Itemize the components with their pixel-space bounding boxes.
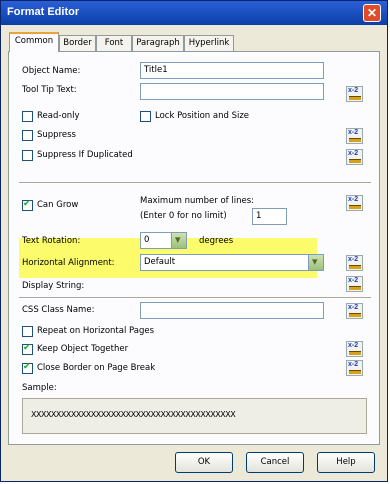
max-lines-label: Maximum number of lines: — [140, 196, 254, 206]
keep-together-checkbox[interactable] — [22, 343, 33, 355]
text-rotation-label: Text Rotation: — [22, 236, 81, 246]
formula-editor-icon[interactable]: x-2 — [346, 255, 363, 271]
formula-editor-icon[interactable]: x-2 — [346, 128, 363, 144]
suppress-duplicated-checkbox[interactable] — [22, 150, 33, 161]
keep-together-label: Keep Object Together — [37, 344, 129, 354]
separator — [19, 297, 371, 299]
close-icon[interactable]: ✕ — [363, 4, 381, 22]
sample-text: XXXXXXXXXXXXXXXXXXXXXXXXXXXXXXXXXXXXXXXX… — [31, 410, 236, 419]
suppress-label: Suppress — [37, 130, 76, 140]
format-editor-window: Format Editor ✕ Common Border Font Parag… — [0, 0, 388, 482]
common-tab-panel: Object Name: Title1 Tool Tip Text: x-2 R… — [8, 51, 380, 445]
can-grow-label: Can Grow — [37, 200, 79, 210]
text-rotation-select[interactable]: 0 — [140, 232, 187, 249]
formula-editor-icon[interactable]: x-2 — [346, 149, 363, 165]
cancel-button[interactable]: Cancel — [246, 452, 304, 473]
tab-border[interactable]: Border — [59, 35, 96, 51]
sample-label: Sample: — [22, 383, 57, 393]
tab-hyperlink[interactable]: Hyperlink — [184, 35, 234, 51]
tooltip-label: Tool Tip Text: — [22, 85, 77, 95]
lock-position-label: Lock Position and Size — [155, 111, 250, 121]
window-title: Format Editor — [7, 6, 80, 18]
repeat-horizontal-checkbox[interactable] — [22, 326, 33, 337]
formula-editor-icon[interactable]: x-2 — [346, 276, 363, 292]
tab-common[interactable]: Common — [9, 32, 59, 52]
close-border-checkbox[interactable] — [22, 362, 33, 374]
formula-editor-icon[interactable]: x-2 — [346, 86, 363, 102]
sample-preview: XXXXXXXXXXXXXXXXXXXXXXXXXXXXXXXXXXXXXXXX… — [22, 398, 367, 434]
title-bar: Format Editor ✕ — [1, 1, 387, 25]
chevron-down-icon[interactable] — [171, 232, 186, 248]
can-grow-checkbox[interactable] — [22, 199, 33, 211]
text-rotation-value: 0 — [144, 235, 150, 245]
formula-editor-icon[interactable]: x-2 — [346, 303, 363, 319]
degrees-label: degrees — [199, 236, 234, 246]
formula-icon-label: x-2 — [348, 87, 359, 94]
formula-editor-icon[interactable]: x-2 — [346, 360, 363, 376]
tab-font[interactable]: Font — [96, 35, 132, 51]
ok-button[interactable]: OK — [175, 452, 233, 473]
object-name-label: Object Name: — [22, 66, 81, 76]
tab-paragraph[interactable]: Paragraph — [132, 35, 184, 51]
horizontal-alignment-value: Default — [144, 257, 176, 267]
css-class-field[interactable] — [140, 302, 324, 319]
object-name-field[interactable]: Title1 — [140, 62, 324, 79]
close-border-label: Close Border on Page Break — [37, 363, 156, 373]
tooltip-field[interactable] — [140, 83, 324, 100]
help-button[interactable]: Help — [317, 452, 375, 473]
repeat-horizontal-label: Repeat on Horizontal Pages — [37, 326, 155, 336]
lock-position-checkbox[interactable] — [140, 111, 151, 122]
suppress-duplicated-label: Suppress If Duplicated — [37, 150, 133, 160]
display-string-label: Display String: — [22, 281, 85, 291]
horizontal-alignment-select[interactable]: Default — [140, 254, 324, 271]
formula-editor-icon[interactable]: x-2 — [346, 341, 363, 357]
chevron-down-icon[interactable] — [308, 254, 323, 270]
readonly-label: Read-only — [37, 111, 80, 121]
separator — [19, 182, 371, 184]
max-lines-field[interactable]: 1 — [252, 208, 287, 225]
css-class-label: CSS Class Name: — [22, 305, 95, 315]
suppress-checkbox[interactable] — [22, 130, 33, 141]
formula-editor-icon[interactable]: x-2 — [346, 195, 363, 211]
horizontal-alignment-label: Horizontal Alignment: — [22, 258, 115, 268]
max-lines-hint: (Enter 0 for no limit) — [140, 211, 227, 221]
readonly-checkbox[interactable] — [22, 111, 33, 122]
